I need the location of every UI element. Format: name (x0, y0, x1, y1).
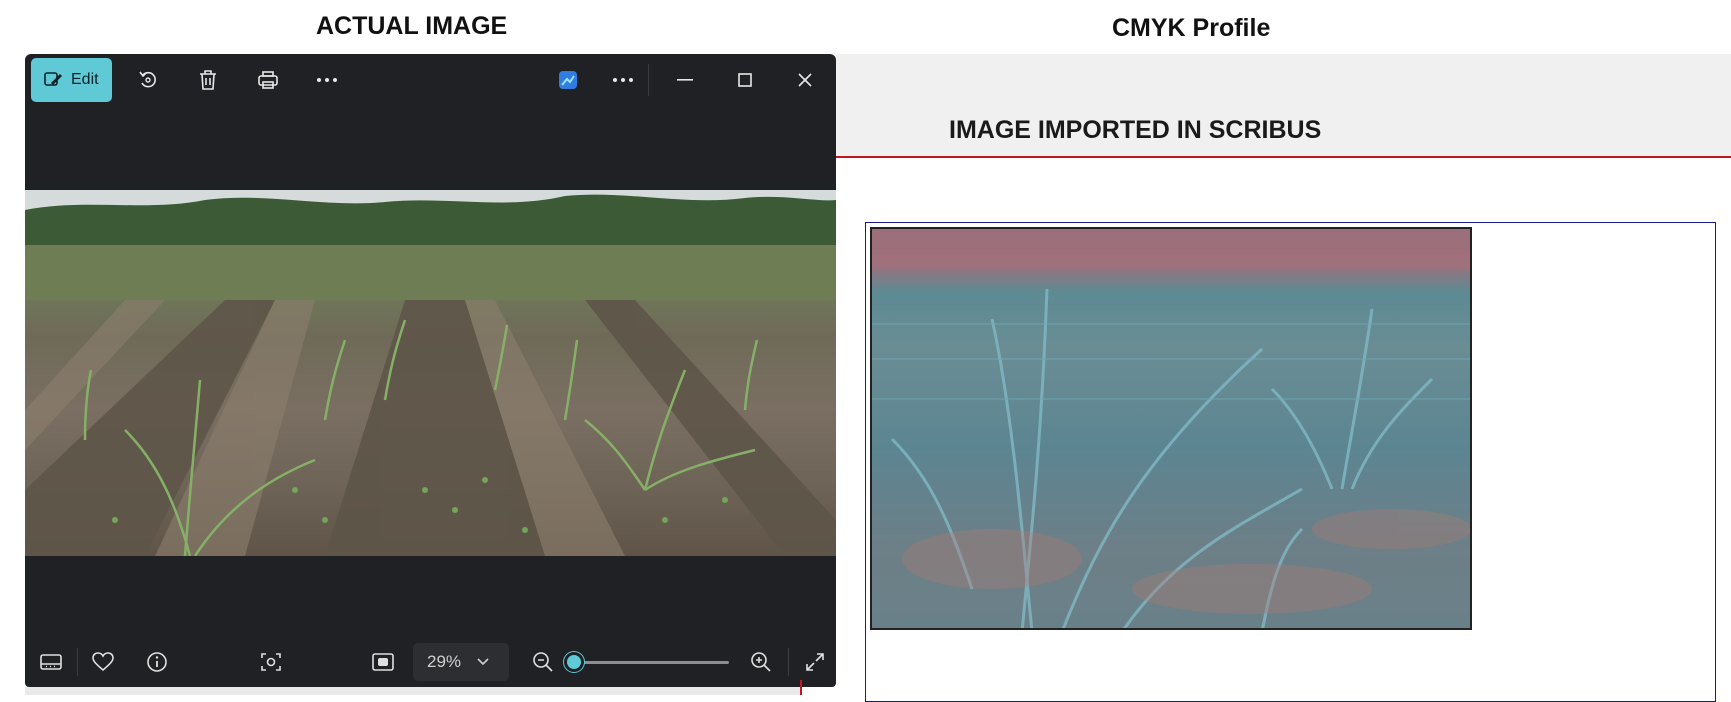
edit-label: Edit (71, 71, 99, 88)
info-button[interactable] (139, 644, 175, 680)
app-badge-icon (559, 71, 577, 89)
actual-image-heading: ACTUAL IMAGE (316, 12, 508, 40)
maximize-button[interactable] (725, 62, 765, 98)
photo-artwork (25, 190, 836, 556)
bottom-separator (77, 648, 78, 676)
print-icon (258, 71, 278, 89)
zoom-in-button[interactable] (743, 644, 779, 680)
more-icon (317, 78, 337, 82)
edit-icon (44, 72, 62, 86)
scribus-divider-line (836, 156, 1731, 158)
rotate-icon (139, 71, 156, 88)
zoom-out-icon (533, 652, 553, 672)
delete-button[interactable] (190, 62, 226, 98)
chevron-down-icon (477, 658, 489, 666)
background-window-strip (25, 687, 800, 695)
scan-icon (261, 653, 281, 671)
app-badge-button[interactable] (552, 64, 584, 96)
cmyk-profile-heading: CMYK Profile (1112, 14, 1271, 42)
more-icon (613, 78, 633, 82)
info-icon (147, 652, 167, 672)
fullscreen-button[interactable] (797, 644, 833, 680)
close-button[interactable] (785, 62, 825, 98)
cmyk-image-artwork (872, 229, 1470, 628)
edit-button[interactable]: Edit (31, 58, 112, 102)
filmstrip-icon (40, 654, 62, 670)
favorite-button[interactable] (85, 644, 121, 680)
zoom-in-icon (751, 652, 771, 672)
expand-icon (806, 653, 824, 671)
zoom-slider-track[interactable] (566, 661, 729, 664)
zoom-level-dropdown[interactable]: 29% (413, 643, 509, 681)
delete-icon (200, 70, 216, 90)
zoom-out-button[interactable] (525, 644, 561, 680)
actual-size-icon (372, 653, 394, 671)
actual-size-button[interactable] (365, 644, 401, 680)
print-button[interactable] (250, 62, 286, 98)
cmyk-image[interactable] (870, 227, 1472, 630)
scribus-title: IMAGE IMPORTED IN SCRIBUS (949, 116, 1322, 144)
toolbar-separator (648, 64, 649, 96)
close-icon (798, 73, 812, 87)
viewer-bottom-bar: 29% (25, 636, 836, 687)
visual-search-button[interactable] (253, 644, 289, 680)
minimize-icon (677, 79, 693, 81)
rotate-button[interactable] (130, 62, 166, 98)
zoom-slider-thumb[interactable] (564, 652, 585, 672)
zoom-value: 29% (427, 652, 462, 671)
filmstrip-button[interactable] (33, 644, 69, 680)
sugarcane-field-photo[interactable] (25, 190, 836, 556)
more-options-button[interactable] (605, 62, 641, 98)
heart-icon (92, 652, 114, 672)
bottom-separator (788, 648, 789, 676)
minimize-button[interactable] (665, 62, 705, 98)
background-red-mark (800, 680, 802, 695)
more-button[interactable] (309, 62, 345, 98)
photo-viewer-window: Edit 29% (25, 54, 836, 687)
maximize-icon (738, 73, 752, 87)
